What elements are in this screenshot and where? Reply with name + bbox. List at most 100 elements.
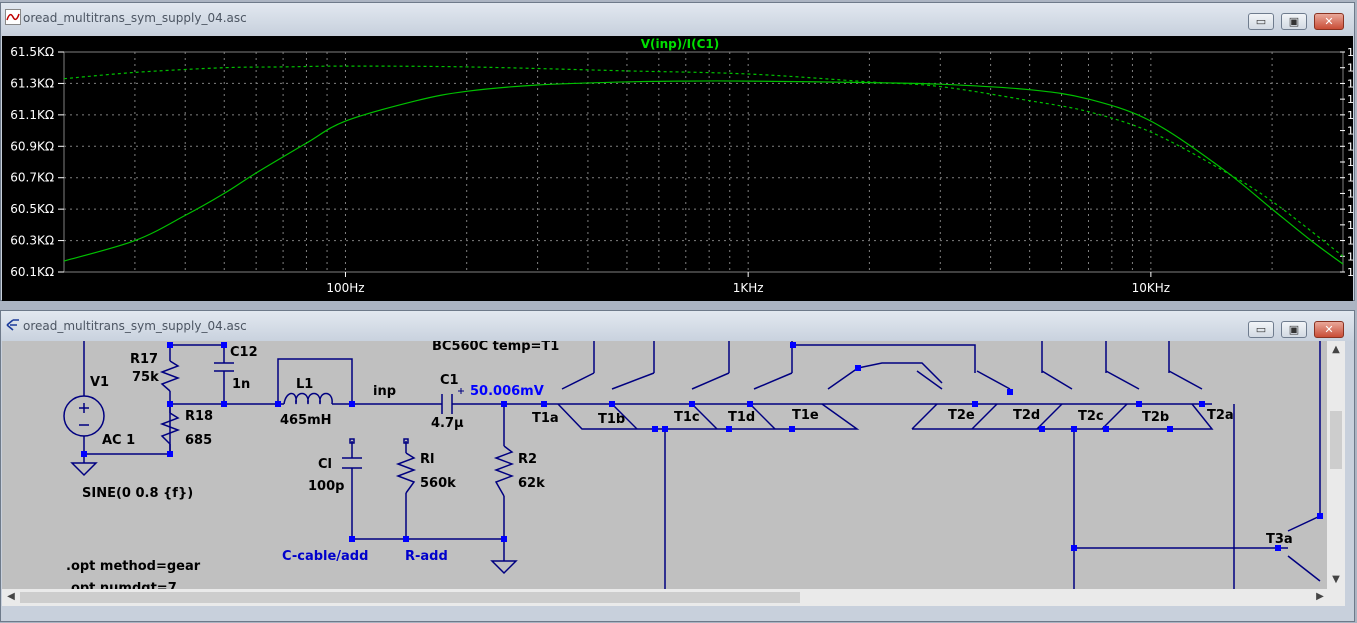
plot-window: oread_multitrans_sym_supply_04.asc ▭ ▣ ✕… [0,2,1355,301]
scroll-down-arrow-icon[interactable]: ▼ [1329,573,1343,587]
ground-symbol [70,462,98,477]
r2-label[interactable]: R2 [518,452,537,467]
y-tick-label: 61.1KΩ [10,108,54,122]
y-tick-label: 60.9KΩ [10,139,54,153]
schematic-window-title: oread_multitrans_sym_supply_04.asc [23,319,247,333]
y-tick-label: 60.5KΩ [10,202,54,216]
net-inp-label[interactable]: inp [373,384,396,399]
transistor-label[interactable]: T2a [1207,408,1234,423]
minimize-button[interactable]: ▭ [1248,13,1274,30]
scroll-left-arrow-icon[interactable]: ◀ [4,590,18,604]
c12-label[interactable]: C12 [230,345,258,360]
y-tick-label: 61.5KΩ [10,45,54,59]
close-button[interactable]: ✕ [1314,321,1344,338]
ci-value[interactable]: 100p [308,479,344,494]
x-tick-label: 1KHz [733,281,764,295]
l1-label[interactable]: L1 [296,377,313,392]
y2-tick-label: 175° [1347,140,1353,153]
r2-value[interactable]: 62k [518,476,545,491]
y-tick-label: 60.7KΩ [10,171,54,185]
y2-tick-label: 179° [1347,77,1353,90]
x-tick-label: 10KHz [1132,281,1170,295]
plot-window-title: oread_multitrans_sym_supply_04.asc [23,11,247,25]
transistor-label[interactable]: T3a [1266,532,1293,547]
spice-directive-top[interactable]: BC560C temp=T1 [432,341,559,354]
scroll-right-arrow-icon[interactable]: ▶ [1313,590,1327,604]
transistor-label[interactable]: T1a [532,411,559,426]
transistor-label[interactable]: T2e [948,408,975,423]
transistor-label[interactable]: T2b [1142,410,1169,425]
c12-symbol [214,362,234,372]
minimize-button[interactable]: ▭ [1248,321,1274,338]
vertical-scrollbar[interactable]: ▲ ▼ [1327,341,1345,589]
transistor-label[interactable]: T1b [598,412,625,427]
y2-tick-label: 181° [1347,46,1353,59]
radd-label[interactable]: R-add [405,549,448,564]
ri-value[interactable]: 560k [420,476,456,491]
ci-symbol [342,457,362,469]
plot-area[interactable]: V(inp)/I(C1) 61.5KΩ 61.3KΩ 61.1KΩ 60.9KΩ 60.… [2,36,1353,301]
source-sine-label[interactable]: SINE(0 0.8 {f}) [82,486,193,501]
y2-tick-label: 172° [1347,187,1353,200]
labels: V1 R17 75k C12 1n R18 685 AC 1 SINE(0 0.… [66,341,1293,589]
y2-tick-label: 180° [1347,62,1353,75]
ri-label[interactable]: Rl [420,452,434,467]
horizontal-scrollbar[interactable]: ◀ ▶ [2,589,1345,606]
waveform-icon [5,9,21,25]
y2-tick-label: 171° [1347,203,1353,216]
y2-tick-label: 169° [1347,235,1353,248]
l1-value[interactable]: 465mH [280,413,332,428]
y2-tick-label: 170° [1347,219,1353,232]
probe-value[interactable]: 50.006mV [470,384,544,399]
r17-label[interactable]: R17 [130,352,158,367]
r2-symbol [493,445,515,497]
transistor-label[interactable]: T1e [792,408,819,423]
c1-label[interactable]: C1 [440,373,459,388]
source-ac-label[interactable]: AC 1 [102,433,135,448]
close-button[interactable]: ✕ [1314,13,1344,30]
restore-button[interactable]: ▣ [1281,321,1307,338]
y2-tick-label: 176° [1347,125,1353,138]
v1-symbol [63,395,105,437]
bode-chart[interactable]: V(inp)/I(C1) 61.5KΩ 61.3KΩ 61.1KΩ 60.9KΩ 60.… [2,36,1353,301]
scroll-up-arrow-icon[interactable]: ▲ [1329,343,1343,357]
chart-title[interactable]: V(inp)/I(C1) [641,37,719,51]
l1-symbol [283,392,333,405]
schematic-canvas[interactable]: V1 R17 75k C12 1n R18 685 AC 1 SINE(0 0.… [2,341,1327,589]
y2-tick-label: 174° [1347,156,1353,169]
y2-tick-label: 178° [1347,93,1353,106]
y-tick-label: 60.3KΩ [10,234,54,248]
vertical-scroll-thumb[interactable] [1330,411,1342,469]
y-tick-label: 60.1KΩ [10,265,54,279]
transistor-label[interactable]: T2c [1078,409,1104,424]
spice-directive-opt1[interactable]: .opt method=gear [66,559,201,574]
transistor-label[interactable]: T1c [674,410,700,425]
r18-label[interactable]: R18 [185,409,213,424]
c12-value[interactable]: 1n [232,377,250,392]
y2-tick-label: 167° [1347,266,1353,279]
r18-value[interactable]: 685 [185,433,212,448]
spice-directive-opt2[interactable]: .opt numdgt=7 [66,581,177,589]
ground-symbol [490,551,518,575]
schematic-icon [6,319,19,331]
c1-value[interactable]: 4.7µ [431,416,464,431]
y2-tick-label: 168° [1347,250,1353,263]
y2-tick-label: 177° [1347,109,1353,122]
schematic-window-titlebar[interactable]: oread_multitrans_sym_supply_04.asc ▭ ▣ ✕ [1,311,1354,341]
junctions [81,342,1323,551]
ri-symbol [395,452,417,494]
r17-value[interactable]: 75k [132,370,159,385]
horizontal-scroll-thumb[interactable] [20,592,800,603]
restore-button[interactable]: ▣ [1281,13,1307,30]
transistor-label[interactable]: T1d [728,410,755,425]
cable-label[interactable]: C-cable/add [282,549,368,564]
y2-tick-label: 173° [1347,172,1353,185]
y-tick-label: 61.3KΩ [10,76,54,90]
ci-label[interactable]: Cl [318,457,332,472]
wires [83,341,1321,589]
plot-window-titlebar[interactable]: oread_multitrans_sym_supply_04.asc ▭ ▣ ✕ [1,3,1354,33]
x-tick-label: 100Hz [326,281,364,295]
r17-symbol [159,360,181,392]
transistor-label[interactable]: T2d [1013,408,1040,423]
v1-label[interactable]: V1 [90,375,109,390]
